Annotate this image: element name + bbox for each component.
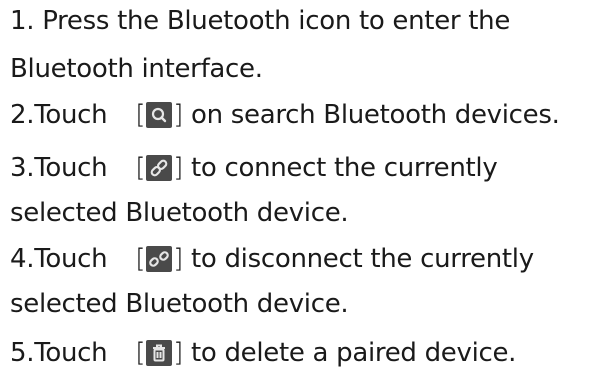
step-3-text: to connect the currently [191,153,498,183]
step-5-open-bracket: [ [135,338,146,368]
step-4-number: 4. [10,244,35,274]
step-3-close-bracket: ] [173,153,184,183]
step-3-line-2: selected Bluetooth device. [10,198,349,228]
step-3-text-continued: selected Bluetooth device. [10,198,349,228]
step-3-touch: Touch [34,153,108,183]
step-2-open-bracket: [ [135,100,146,130]
link-icon [146,155,173,181]
unlink-icon [146,246,173,272]
step-5-text: to delete a paired device. [191,338,517,368]
step-3-line-1: 3.Touch [] to connect the currently [10,153,498,183]
step-2-line: 2.Touch [] on search Bluetooth devices. [10,100,560,130]
step-2-touch: Touch [34,100,108,130]
step-4-text-continued: selected Bluetooth device. [10,289,349,319]
step-1-line-1: 1. Press the Bluetooth icon to enter the [10,6,510,36]
step-4-touch: Touch [34,244,108,274]
step-5-close-bracket: ] [173,338,184,368]
step-1-number: 1. [10,6,35,36]
step-4-close-bracket: ] [173,244,184,274]
step-2-text: on search Bluetooth devices. [191,100,560,130]
step-1-text: Press the Bluetooth icon to enter the [42,6,511,36]
step-3-number: 3. [10,153,35,183]
step-2-number: 2. [10,100,35,130]
step-2-close-bracket: ] [173,100,184,130]
step-4-text: to disconnect the currently [191,244,534,274]
step-4-open-bracket: [ [135,244,146,274]
step-4-line-2: selected Bluetooth device. [10,289,349,319]
step-3-open-bracket: [ [135,153,146,183]
trash-icon [146,340,173,366]
search-icon [146,102,173,128]
step-1-line-2: Bluetooth interface. [10,54,263,84]
step-1-text-continued: Bluetooth interface. [10,54,263,84]
instruction-page: 1. Press the Bluetooth icon to enter the… [0,0,600,369]
step-5-touch: Touch [34,338,108,368]
step-5-number: 5. [10,338,35,368]
step-5-line: 5.Touch [] to delete a paired device. [10,338,516,368]
step-4-line-1: 4.Touch [] to disconnect the currently [10,244,534,274]
